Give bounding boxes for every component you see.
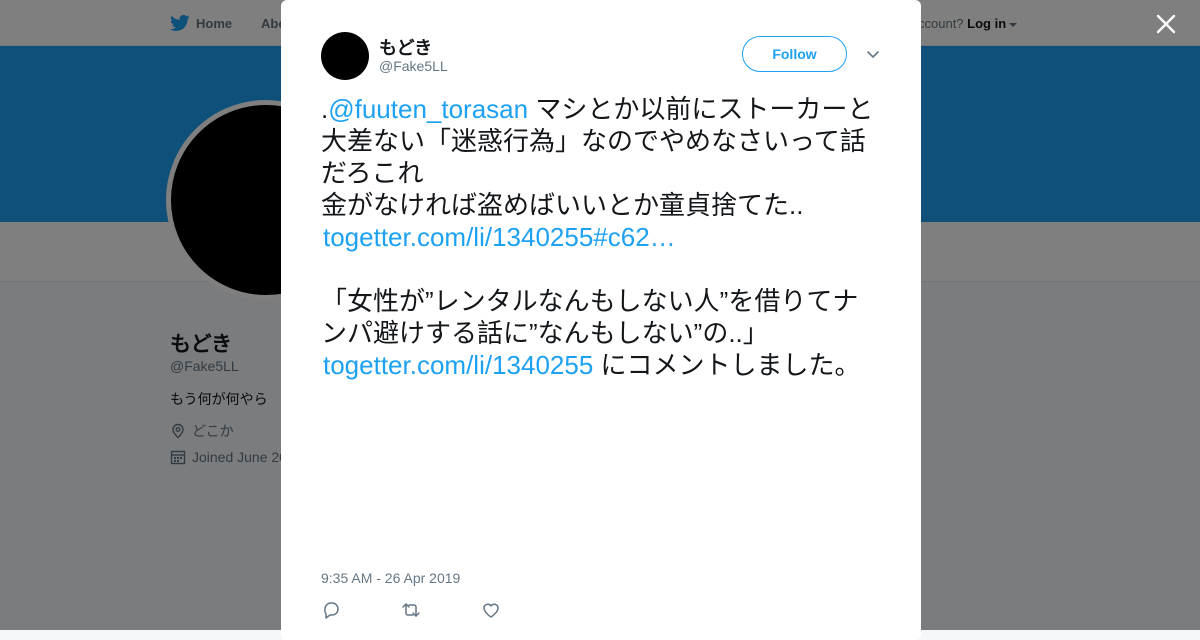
- tweet-text-part2: 金がなければ盗めばいいとか童貞捨てた..: [321, 190, 804, 220]
- togetter-link-2[interactable]: togetter.com/li/1340255: [323, 350, 593, 380]
- togetter-link-1[interactable]: togetter.com/li/1340255#c62…: [321, 221, 883, 253]
- close-icon[interactable]: [1152, 10, 1180, 38]
- mention-link[interactable]: @fuuten_torasan: [328, 94, 528, 124]
- follow-button[interactable]: Follow: [742, 36, 847, 72]
- heart-icon[interactable]: [481, 600, 501, 620]
- tweet-author-name[interactable]: もどき: [379, 34, 432, 60]
- chevron-down-icon[interactable]: [865, 46, 881, 62]
- retweet-icon[interactable]: [401, 600, 421, 620]
- reply-icon[interactable]: [321, 600, 341, 620]
- tweet-modal: もどき @Fake5LL Follow .@fuuten_torasan マシと…: [281, 0, 921, 640]
- tweet-actions: [321, 600, 501, 620]
- tweet-timestamp[interactable]: 9:35 AM - 26 Apr 2019: [321, 570, 460, 586]
- tweet-author-handle[interactable]: @Fake5LL: [379, 58, 448, 74]
- tweet-text: .@fuuten_torasan マシとか以前にストーカーと大差ない「迷惑行為」…: [321, 93, 883, 381]
- tweet-text-part3: 「女性が”レンタルなんもしない人”を借りてナンパ避けする話に”なんもしない”の.…: [321, 286, 859, 348]
- tweet-text-part4: にコメントしました。: [593, 350, 861, 380]
- tweet-author-avatar[interactable]: [321, 32, 369, 80]
